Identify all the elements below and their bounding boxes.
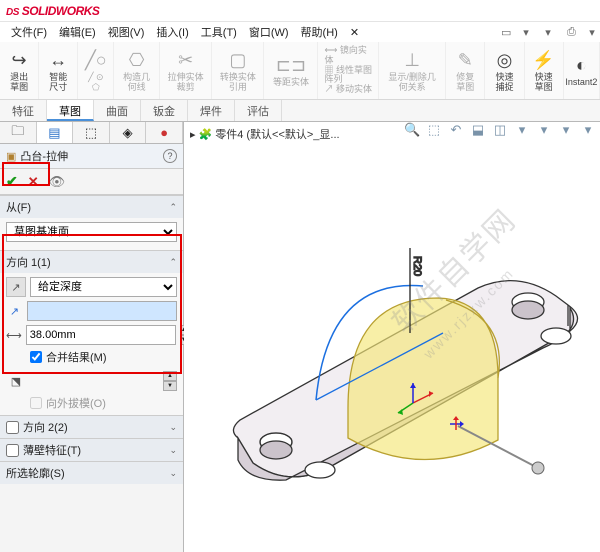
menu-tools[interactable]: 工具(T) [196,22,242,42]
help-icon[interactable]: ? [163,149,177,163]
breadcrumb: ▸ 🧩 零件4 (默认<<默认>_显... [190,126,340,142]
tab-eval[interactable]: 评估 [235,100,282,121]
preview-icon[interactable]: 👁 [49,174,66,190]
end-condition-select[interactable]: 给定深度 [30,277,177,297]
tab-surface[interactable]: 曲面 [94,100,141,121]
ribbon-draw-tools[interactable]: ╱○╱ ⊙ ⬠ [78,42,114,99]
menu-file[interactable]: 文件(F) [6,22,52,42]
feature-title: 凸台-拉伸 [20,148,68,164]
ribbon-relations[interactable]: ⊥显示/删除几何关系 [379,42,446,99]
options-icon[interactable]: ▾ [584,24,600,41]
panel-tab-property[interactable]: ▤ [37,122,74,143]
zoom-area-icon[interactable]: ⬚ [426,122,442,138]
orient-icon[interactable]: ◫ [492,122,508,138]
panel-tab-appearance[interactable]: ● [146,122,183,143]
ribbon-instant[interactable]: ◐Instant2 [564,42,600,99]
depth-icon: ⟷ [6,325,22,345]
open-icon[interactable]: ▾ [518,24,534,41]
panel-tab-dim[interactable]: ◈ [110,122,147,143]
ribbon-rapid[interactable]: ⚡快速草图 [525,42,564,99]
ribbon-exit-sketch[interactable]: ↪退出草图 [0,42,39,99]
ribbon: ↪退出草图 ↔智能尺寸 ╱○╱ ⊙ ⬠ ⎔构造几何线 ✂拉伸实体裁剪 ▢转换实体… [0,42,600,100]
draft-icon[interactable]: ⬔ [6,371,26,391]
zoom-fit-icon[interactable]: 🔍 [404,122,420,138]
merge-label: 合并结果(M) [46,349,107,365]
ribbon-construct[interactable]: ⎔构造几何线 [114,42,160,99]
ribbon-smart-dim[interactable]: ↔智能尺寸 [39,42,78,99]
graphics-viewport[interactable]: ▸ 🧩 零件4 (默认<<默认>_显... 🔍 ⬚ ↶ ⬓ ◫ ▾ ▾ ▾ ▾ … [184,122,600,552]
ribbon-mirror-group[interactable]: ⟷ 镜向实体▦ 线性草图阵列↗ 移动实体 [318,42,379,99]
app-logo: DS SOLIDWORKS [6,4,99,18]
panel-tab-config[interactable]: ⬚ [73,122,110,143]
menu-view[interactable]: 视图(V) [103,22,150,42]
feature-title-row: ▣ 凸台-拉伸 ? [0,144,183,169]
ok-cancel-row: ✔ ✕ 👁 [0,169,183,195]
ribbon-cut[interactable]: ✂拉伸实体裁剪 [160,42,212,99]
section-icon[interactable]: ⬓ [470,122,486,138]
svg-text:R20: R20 [411,256,423,276]
display-icon[interactable]: ▾ [514,122,530,138]
ribbon-offset[interactable]: ⊏⊐等距实体 [264,42,318,99]
flyout-icon[interactable]: ▸ [190,128,196,141]
extrude-icon: ▣ [6,150,16,163]
thin-checkbox[interactable] [6,444,19,457]
menu-insert[interactable]: 插入(I) [151,22,193,42]
dir2-checkbox[interactable] [6,421,19,434]
thin-header[interactable]: 薄壁特征(T)⌄ [0,439,183,461]
contours-header[interactable]: 所选轮廓(S)⌄ [0,462,183,484]
direction-arrow-icon[interactable]: ↗ [6,301,23,321]
draft-out-label: 向外拔模(O) [46,395,106,411]
menu-window[interactable]: 窗口(W) [244,22,294,42]
save-icon[interactable]: ▾ [540,24,556,41]
hide-icon[interactable]: ▾ [536,122,552,138]
tab-feature[interactable]: 特征 [0,100,47,121]
appearance-icon[interactable]: ▾ [558,122,574,138]
from-header[interactable]: 从(F)⌃ [0,196,183,218]
menu-xtra[interactable]: ✕ [345,24,364,41]
dir1-header[interactable]: 方向 1(1)⌃ [0,251,183,273]
menu-edit[interactable]: 编辑(E) [54,22,101,42]
scene-icon[interactable]: ▾ [580,122,596,138]
prev-view-icon[interactable]: ↶ [448,122,464,138]
from-select[interactable]: 草图基准面 [6,222,177,242]
dir2-header[interactable]: 方向 2(2)⌄ [0,416,183,438]
tab-weld[interactable]: 焊件 [188,100,235,121]
tab-sketch[interactable]: 草图 [47,100,94,121]
direction-vector-input[interactable] [27,301,177,321]
view-toolbar: 🔍 ⬚ ↶ ⬓ ◫ ▾ ▾ ▾ ▾ [404,122,596,138]
new-icon[interactable]: ▭ [496,24,512,41]
panel-tab-bar: 🗀 ▤ ⬚ ◈ ● [0,122,183,144]
command-tabs: 特征 草图 曲面 钣金 焊件 评估 [0,100,600,122]
tab-sheet[interactable]: 钣金 [141,100,188,121]
depth-input[interactable] [26,325,176,345]
merge-checkbox[interactable] [30,351,42,363]
model-graphic: R20 [198,178,598,538]
ribbon-quick-snap[interactable]: ◎快速捕捉 [485,42,524,99]
reverse-dir-icon[interactable]: ↗ [6,277,26,297]
draft-out-checkbox [30,397,42,409]
property-manager: 🗀 ▤ ⬚ ◈ ● ▣ 凸台-拉伸 ? ✔ ✕ 👁 从(F)⌃ 草图基准面 [0,122,184,552]
ok-button[interactable]: ✔ [6,173,18,190]
menu-help[interactable]: 帮助(H) [296,22,343,42]
cancel-button[interactable]: ✕ [28,174,39,190]
ribbon-convert[interactable]: ▢转换实体引用 [212,42,264,99]
panel-tab-feature-tree[interactable]: 🗀 [0,122,37,143]
draft-spinner[interactable]: ▲▼ [163,371,177,391]
ribbon-repair[interactable]: ✎修复草图 [446,42,485,99]
print-icon[interactable]: ⎙ [562,24,578,41]
quick-access-toolbar: ▭ ▾ ▾ ⎙ ▾ [496,24,600,41]
menu-bar: 文件(F) 编辑(E) 视图(V) 插入(I) 工具(T) 窗口(W) 帮助(H… [0,22,600,42]
